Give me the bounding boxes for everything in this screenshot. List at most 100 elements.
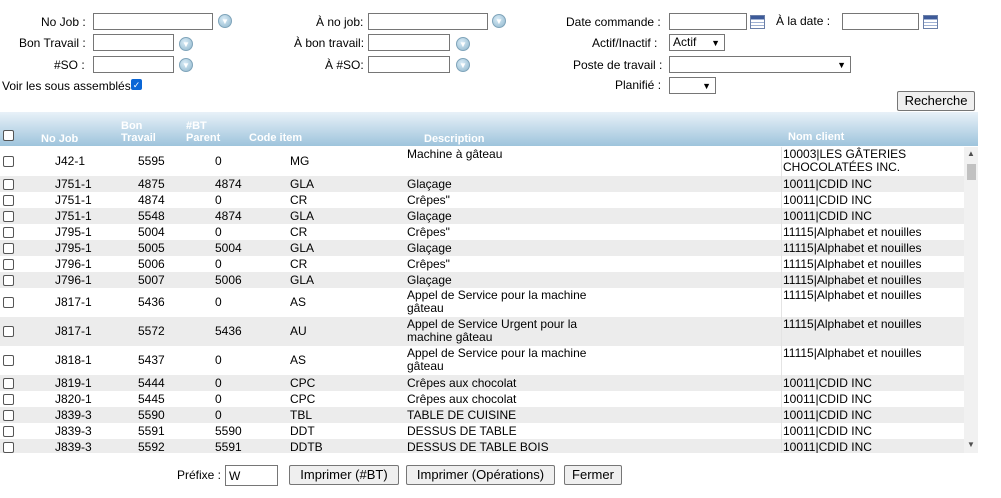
cell-no-job: J817-1: [55, 324, 92, 338]
cell-code-item: CR: [290, 257, 308, 271]
cell-description: Glaçage: [407, 177, 452, 191]
table-row[interactable]: J751-1 4875 4874 GLA Glaçage 10011|CDID INC: [0, 176, 964, 192]
row-checkbox[interactable]: [3, 426, 14, 437]
table-row[interactable]: J796-1 5006 0 CR Crêpes" 11115|Alphabet et no…: [0, 256, 964, 272]
row-checkbox[interactable]: [3, 326, 14, 337]
planifie-select[interactable]: ▼: [669, 77, 716, 94]
cell-nom-client: 11115|Alphabet et nouilles: [783, 257, 922, 271]
row-checkbox[interactable]: [3, 378, 14, 389]
cell-bon-travail: 5005: [138, 241, 165, 255]
a-bon-travail-input[interactable]: [368, 34, 450, 51]
cell-no-job: J820-1: [55, 392, 92, 406]
actif-select[interactable]: Actif ▼: [669, 34, 725, 51]
poste-travail-select[interactable]: ▼: [669, 56, 851, 73]
col-bt-parent-line1[interactable]: #BT: [186, 121, 207, 132]
cell-description: Crêpes": [407, 257, 450, 271]
column-divider: [781, 346, 782, 375]
cell-code-item: AU: [290, 324, 307, 338]
table-row[interactable]: J795-1 5004 0 CR Crêpes" 11115|Alphabet et no…: [0, 224, 964, 240]
cell-no-job: J817-1: [55, 295, 92, 309]
table-row[interactable]: J42-1 5595 0 MG Machine à gâteau 10003|LES GÂ…: [0, 147, 964, 176]
chevron-down-icon[interactable]: ▼: [179, 37, 193, 51]
table-row[interactable]: J819-1 5444 0 CPC Crêpes aux chocolat 10011|C…: [0, 375, 964, 391]
table-row[interactable]: J818-1 5437 0 AS Appel de Service pour la ma…: [0, 346, 964, 375]
a-no-job-input[interactable]: [368, 13, 488, 30]
a-la-date-label: À la date :: [776, 14, 831, 28]
table-row[interactable]: J839-3 5592 5591 DDTB DESSUS DE TABLE BOIS 10…: [0, 439, 964, 453]
table-row[interactable]: J839-3 5590 0 TBL TABLE DE CUISINE 10011|CDID…: [0, 407, 964, 423]
cell-no-job: J796-1: [55, 257, 92, 271]
scroll-thumb[interactable]: [967, 164, 976, 180]
table-row[interactable]: J839-3 5591 5590 DDT DESSUS DE TABLE 10011|CD…: [0, 423, 964, 439]
cell-no-job: J839-3: [55, 408, 92, 422]
cell-code-item: CR: [290, 193, 308, 207]
cell-nom-client: 10011|CDID INC: [783, 408, 872, 422]
row-checkbox[interactable]: [3, 259, 14, 270]
cell-no-job: J796-1: [55, 273, 92, 287]
bon-travail-input[interactable]: [93, 34, 174, 51]
cell-no-job: J819-1: [55, 376, 92, 390]
col-code-item[interactable]: Code item: [249, 133, 302, 144]
col-bt-parent-line2[interactable]: Parent: [186, 133, 220, 144]
chevron-down-icon[interactable]: ▼: [456, 58, 470, 72]
cell-bon-travail: 5592: [138, 440, 165, 454]
chevron-down-icon[interactable]: ▼: [492, 14, 506, 28]
row-checkbox[interactable]: [3, 179, 14, 190]
table-row[interactable]: J751-1 4874 0 CR Crêpes" 10011|CDID INC: [0, 192, 964, 208]
so-input[interactable]: [93, 56, 174, 73]
row-checkbox[interactable]: [3, 442, 14, 453]
voir-sous-assembles-checkbox[interactable]: ✓: [131, 79, 142, 90]
row-checkbox[interactable]: [3, 275, 14, 286]
search-button[interactable]: Recherche: [897, 91, 975, 111]
chevron-down-icon[interactable]: ▼: [179, 58, 193, 72]
cell-code-item: CPC: [290, 376, 316, 390]
row-checkbox[interactable]: [3, 297, 14, 308]
print-bt-button[interactable]: Imprimer (#BT): [289, 465, 399, 485]
cell-bt-parent: 0: [215, 193, 222, 207]
cell-bt-parent: 5006: [215, 273, 242, 287]
table-row[interactable]: J817-1 5436 0 AS Appel de Service pour la ma…: [0, 288, 964, 317]
grid-body: J42-1 5595 0 MG Machine à gâteau 10003|LES GÂ…: [0, 147, 964, 453]
table-row[interactable]: J817-1 5572 5436 AU Appel de Service Urgent …: [0, 317, 964, 346]
table-row[interactable]: J796-1 5007 5006 GLA Glaçage 11115|Alphabet e…: [0, 272, 964, 288]
select-all-checkbox[interactable]: [3, 130, 14, 141]
col-bon-travail-line1[interactable]: Bon: [121, 121, 142, 132]
grid-scrollbar[interactable]: ▲ ▼: [964, 147, 978, 453]
row-checkbox[interactable]: [3, 355, 14, 366]
no-job-input[interactable]: [93, 13, 213, 30]
col-description[interactable]: Description: [424, 134, 485, 145]
row-checkbox[interactable]: [3, 211, 14, 222]
row-checkbox[interactable]: [3, 227, 14, 238]
row-checkbox[interactable]: [3, 243, 14, 254]
calendar-icon[interactable]: [750, 15, 765, 29]
row-checkbox[interactable]: [3, 394, 14, 405]
cell-bon-travail: 5591: [138, 424, 165, 438]
table-row[interactable]: J751-1 5548 4874 GLA Glaçage 10011|CDID INC: [0, 208, 964, 224]
a-la-date-input[interactable]: [842, 13, 919, 30]
row-checkbox[interactable]: [3, 410, 14, 421]
cell-bt-parent: 0: [215, 353, 222, 367]
cell-no-job: J751-1: [55, 193, 92, 207]
cell-description: Crêpes": [407, 193, 450, 207]
table-row[interactable]: J820-1 5445 0 CPC Crêpes aux chocolat 10011|C…: [0, 391, 964, 407]
row-checkbox[interactable]: [3, 156, 14, 167]
print-operations-button[interactable]: Imprimer (Opérations): [406, 465, 555, 485]
col-no-job[interactable]: No Job: [41, 134, 78, 145]
cell-bon-travail: 5004: [138, 225, 165, 239]
scroll-down-icon[interactable]: ▼: [967, 440, 975, 449]
a-so-input[interactable]: [368, 56, 450, 73]
calendar-icon[interactable]: [923, 15, 938, 29]
voir-sous-assembles-label: Voir les sous assemblés: [2, 79, 131, 93]
date-commande-input[interactable]: [669, 13, 747, 30]
close-button[interactable]: Fermer: [564, 465, 622, 485]
row-checkbox[interactable]: [3, 195, 14, 206]
col-nom-client[interactable]: Nom client: [788, 132, 844, 143]
column-divider: [781, 375, 782, 391]
column-divider: [781, 147, 782, 176]
chevron-down-icon[interactable]: ▼: [218, 14, 232, 28]
table-row[interactable]: J795-1 5005 5004 GLA Glaçage 11115|Alphabet e…: [0, 240, 964, 256]
chevron-down-icon[interactable]: ▼: [456, 37, 470, 51]
prefixe-input[interactable]: [225, 465, 278, 486]
scroll-up-icon[interactable]: ▲: [967, 149, 975, 158]
col-bon-travail-line2[interactable]: Travail: [121, 133, 156, 144]
